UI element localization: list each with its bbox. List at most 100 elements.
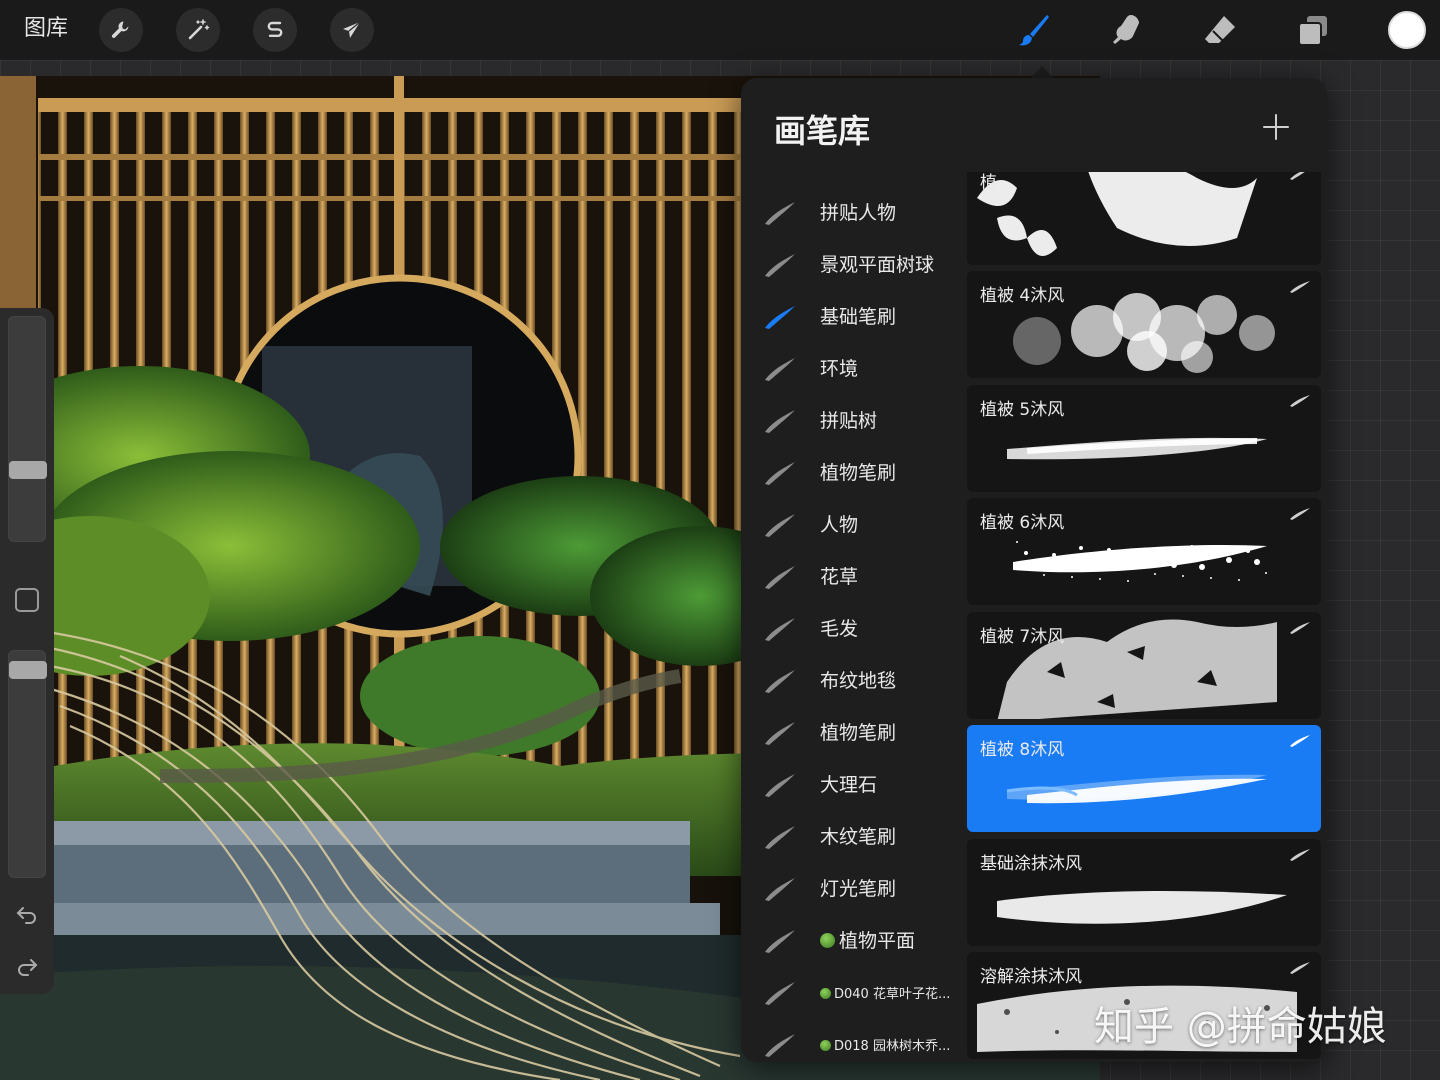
brush-stroke-icon <box>765 254 795 277</box>
brush-set-item[interactable]: 人物 <box>741 498 959 550</box>
brush-set-item[interactable]: 植物平面 <box>741 914 959 966</box>
transform-button[interactable] <box>330 8 374 52</box>
brush-card[interactable]: 植被 8沐风 <box>967 725 1321 832</box>
tree-emoji-icon <box>820 988 831 999</box>
layers-icon <box>1298 16 1327 46</box>
brush-name: 基础涂抹沐风 <box>980 853 1082 874</box>
brush-stroke-icon <box>765 462 795 485</box>
brush-list: 植植被 4沐风 植被 5沐风 植被 6沐风 植被 7沐风 植被 8沐风 基础涂抹沐风 溶解涂… <box>967 172 1321 1062</box>
brush-set-item[interactable]: 环境 <box>741 342 959 394</box>
brush-set-name: 植物笔刷 <box>820 722 897 744</box>
brush-set-name: 大理石 <box>820 774 878 796</box>
brush-set-item[interactable]: 植物笔刷 <box>741 706 959 758</box>
smudge-tool-button[interactable] <box>1106 10 1148 50</box>
redo-icon[interactable] <box>14 954 40 980</box>
undo-icon[interactable] <box>14 902 40 928</box>
watermark-text: 知乎 @拼命姑娘 <box>1094 1004 1387 1050</box>
gallery-button[interactable]: 图库 <box>24 14 68 44</box>
brush-set-label: 基础笔刷 <box>820 302 896 329</box>
brush-set-item[interactable]: 灯光笔刷 <box>741 862 959 914</box>
brush-set-label: 木纹笔刷 <box>820 822 896 849</box>
adjustments-button[interactable] <box>176 8 220 52</box>
smudge-finger-icon <box>1113 15 1139 44</box>
brush-stroke-icon <box>765 878 795 901</box>
brush-set-item[interactable]: 拼贴树 <box>741 394 959 446</box>
brush-card[interactable]: 基础涂抹沐风 <box>967 838 1321 946</box>
brush-set-item[interactable]: 拼贴人物 <box>741 186 959 238</box>
opacity-slider[interactable] <box>8 650 47 878</box>
brush-type-icon <box>1290 848 1310 861</box>
brush-library-panel: 画笔库 拼贴人物 景观平面树球 基础笔刷 环境 拼贴树 植物笔刷 人物 花草 毛发 布纹地毯 植物笔… <box>741 78 1327 1062</box>
brush-stroke-icon <box>765 826 795 849</box>
brush-card[interactable]: 植被 4沐风 <box>967 271 1321 378</box>
brush-name: 植被 6沐风 <box>980 513 1065 533</box>
brush-set-name: 景观平面树球 <box>820 254 935 276</box>
brush-tool-button[interactable] <box>1013 10 1055 50</box>
brush-set-item[interactable]: 毛发 <box>741 602 959 654</box>
brush-type-icon <box>1290 172 1305 180</box>
brush-set-name: 花草 <box>820 566 859 588</box>
modify-button[interactable] <box>15 588 39 612</box>
eraser-icon <box>1205 16 1235 43</box>
brush-set-item[interactable]: 景观平面树球 <box>741 238 959 290</box>
color-swatch-button[interactable] <box>1388 11 1426 49</box>
brush-card[interactable]: 植被 5沐风 <box>967 384 1321 492</box>
brush-type-icon <box>1290 621 1310 634</box>
brush-set-label: 人物 <box>820 510 858 537</box>
brush-set-item[interactable]: 基础笔刷 <box>741 290 959 342</box>
brush-stroke-icon <box>765 358 795 381</box>
layers-button[interactable] <box>1292 10 1334 50</box>
brush-set-label: 植物笔刷 <box>820 718 896 745</box>
tree-emoji-icon <box>820 1040 831 1051</box>
wrench-icon <box>111 21 129 38</box>
brush-set-label: D040 花草叶子花... <box>820 983 950 1002</box>
brush-set-name: 基础笔刷 <box>820 306 897 328</box>
brush-stroke-icon <box>765 306 795 329</box>
brush-set-label: 景观平面树球 <box>820 250 934 277</box>
brush-set-label: 拼贴树 <box>820 406 877 433</box>
brush-size-slider[interactable] <box>8 316 47 542</box>
brush-set-label: 环境 <box>820 354 858 381</box>
brush-set-name: 布纹地毯 <box>820 670 897 692</box>
opacity-handle[interactable] <box>9 661 47 679</box>
brush-icon <box>1019 15 1049 46</box>
brush-card[interactable]: 植被 7沐风 <box>967 611 1321 719</box>
top-toolbar: 图库 <box>0 0 1440 60</box>
brush-name: 植被 4沐风 <box>980 286 1065 306</box>
brush-stroke-icon <box>765 930 795 953</box>
brush-stroke-icon <box>765 670 795 693</box>
brush-set-label: 拼贴人物 <box>820 198 896 225</box>
brush-stroke-icon <box>765 1034 795 1057</box>
selection-button[interactable] <box>253 8 297 52</box>
brush-set-label: 大理石 <box>820 770 877 797</box>
brush-set-item[interactable]: 大理石 <box>741 758 959 810</box>
brush-set-item[interactable]: 木纹笔刷 <box>741 810 959 862</box>
brush-set-name: 植物笔刷 <box>820 462 897 484</box>
brush-set-label: 毛发 <box>820 614 858 641</box>
actions-button[interactable] <box>99 8 143 52</box>
brush-name: 植被 8沐风 <box>980 740 1065 760</box>
brush-card[interactable]: 植 <box>967 172 1321 265</box>
brush-name: 植被 7沐风 <box>980 626 1065 647</box>
eraser-tool-button[interactable] <box>1199 10 1241 50</box>
tree-emoji-icon <box>820 933 835 948</box>
brush-type-icon <box>1290 735 1310 747</box>
brush-set-item[interactable]: 植物笔刷 <box>741 446 959 498</box>
brush-set-name: 人物 <box>820 514 859 536</box>
brush-set-name: 毛发 <box>820 618 859 640</box>
brush-set-label: 植物平面 <box>820 926 915 953</box>
brush-set-item[interactable]: 花草 <box>741 550 959 602</box>
brush-set-item[interactable]: 布纹地毯 <box>741 654 959 706</box>
brush-stroke-icon <box>765 514 795 537</box>
brush-set-name: 灯光笔刷 <box>820 878 897 900</box>
brush-type-icon <box>1290 394 1310 407</box>
brush-type-icon <box>1290 281 1310 293</box>
brush-card[interactable]: 植被 6沐风 <box>967 498 1321 605</box>
brush-type-icon <box>1290 962 1310 974</box>
brush-set-item[interactable]: D040 花草叶子花... <box>741 966 959 1018</box>
brush-stroke-icon <box>765 566 795 589</box>
brush-set-item[interactable]: D018 园林树木乔... <box>741 1018 959 1062</box>
selection-s-icon <box>267 21 283 37</box>
brush-size-handle[interactable] <box>9 461 47 479</box>
plus-icon[interactable] <box>1261 112 1291 142</box>
